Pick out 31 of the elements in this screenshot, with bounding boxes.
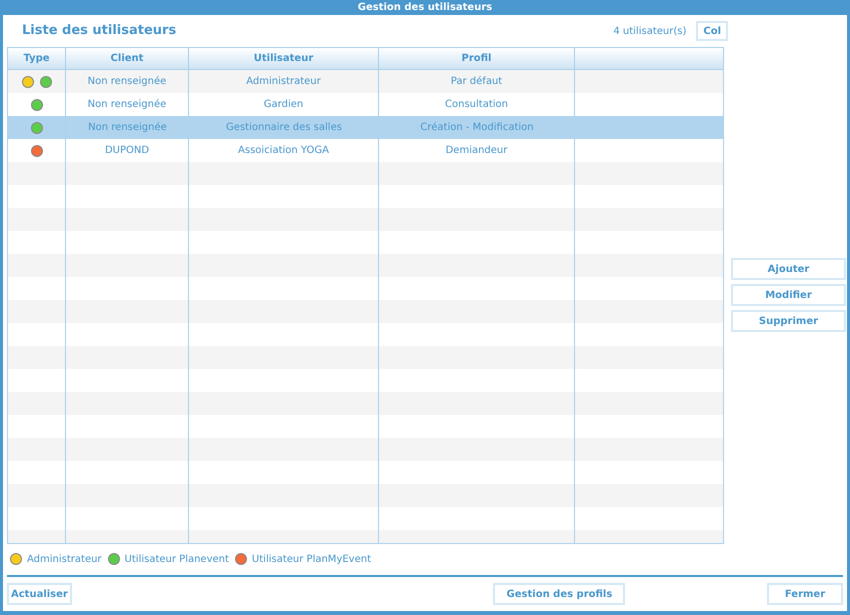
column-header[interactable]: Profil [379, 48, 575, 69]
table-cell-text: Non renseignée [88, 75, 166, 89]
table-cell-text: Gestionnaire des salles [226, 121, 342, 135]
button[interactable]: Actualiser [7, 583, 72, 605]
table-cell-text: DUPOND [104, 144, 150, 158]
table-cell-text: Par défaut [450, 75, 502, 89]
list-heading: Liste des utilisateurs [22, 22, 176, 40]
table-row[interactable]: Non renseignée Administrateur Par défaut [8, 70, 723, 93]
table-row[interactable]: Non renseignée Gestionnaire des salles Création - Modification [8, 116, 723, 139]
column-header[interactable]: Utilisateur [189, 48, 379, 69]
legend-label: Utilisateur Planevent [124, 552, 229, 566]
legend-label: Administrateur [27, 552, 102, 566]
table-cell-text: Administrateur [246, 75, 321, 89]
button[interactable]: Ajouter [731, 258, 846, 280]
legend-label: Utilisateur PlanMyEvent [252, 552, 372, 566]
user-count: 4 utilisateur(s) [613, 24, 686, 38]
button[interactable]: Fermer [767, 583, 843, 605]
column-header[interactable]: Client [66, 48, 189, 69]
button[interactable]: Gestion des profils [493, 583, 626, 605]
button[interactable]: Supprimer [731, 310, 846, 332]
table-cell-text: Création - Modification [420, 121, 534, 135]
table-cell-text: Demiandeur [446, 144, 508, 158]
table-cell-text: Assoiciation YOGA [238, 144, 329, 158]
table-cell-text: Non renseignée [88, 121, 167, 135]
columns-button[interactable]: Col [696, 21, 728, 41]
window-title: Gestion des utilisateurs [356, 1, 494, 15]
button[interactable]: Modifier [731, 284, 846, 306]
table-cell-text: Non renseignée [88, 98, 166, 112]
column-header[interactable]: Type [8, 48, 66, 69]
table-cell-text: Gardien [264, 98, 304, 112]
table-cell-text: Consultation [445, 98, 508, 112]
